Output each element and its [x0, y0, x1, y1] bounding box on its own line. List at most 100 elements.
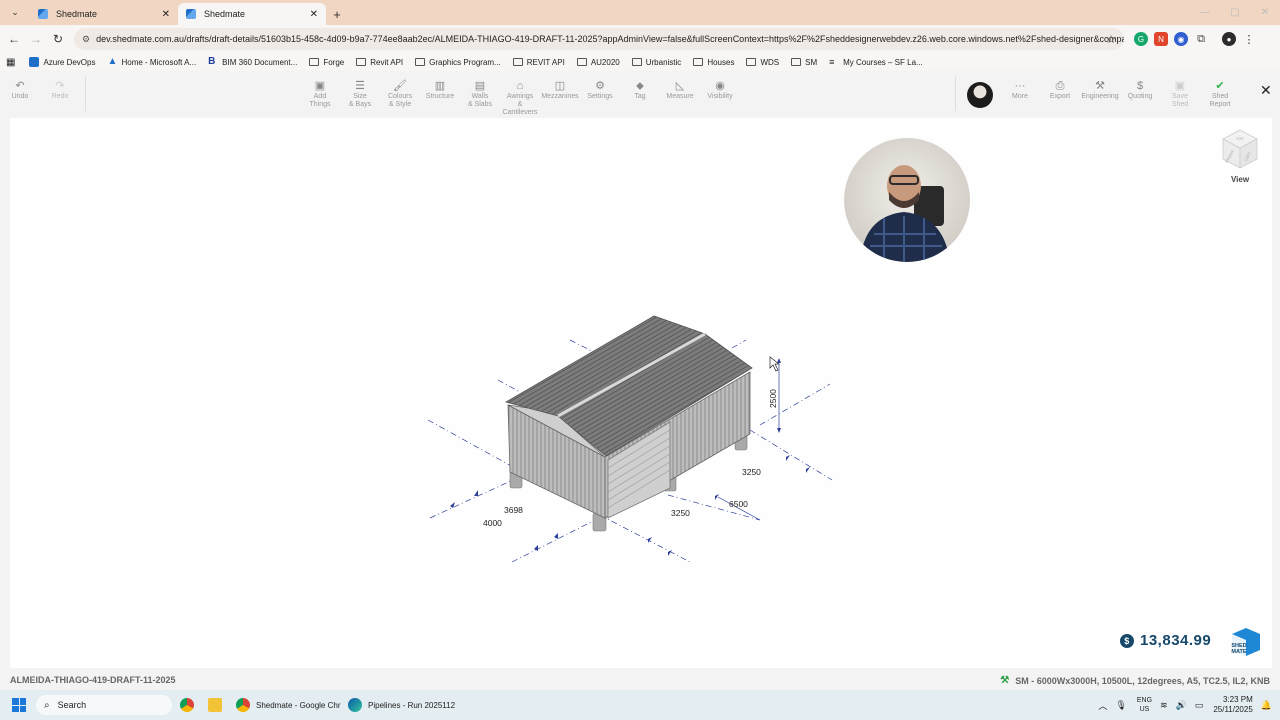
gear-icon: ⚙	[595, 80, 605, 92]
bookmark-azure-devops[interactable]: Azure DevOps	[29, 57, 95, 67]
maximize-icon[interactable]: ▢	[1220, 0, 1250, 25]
engineer-icon: ⚒	[1095, 80, 1105, 92]
chrome-taskbar-icon[interactable]	[180, 695, 194, 715]
bookmark-sm[interactable]: SM	[791, 58, 817, 67]
windows-start-icon[interactable]	[12, 698, 26, 712]
bookmark-revit-api-2[interactable]: REVIT API	[512, 58, 565, 67]
ellipsis-icon: ···	[1014, 80, 1026, 92]
awnings-button[interactable]: ⌂ Awnings & Cantilevers	[501, 79, 539, 117]
shed-spec[interactable]: ⚒ SM - 6000Wx3000H, 10500L, 12degrees, A…	[1000, 675, 1270, 686]
close-tab-icon[interactable]: ✕	[162, 9, 170, 20]
address-bar-row: ← → ↻ ⚙ dev.shedmate.com.au/drafts/draft…	[0, 25, 1280, 53]
save-shed-button[interactable]: ▣ Save Shed	[1161, 79, 1199, 109]
dim-length-label: 6500	[729, 499, 748, 509]
reload-icon[interactable]: ↻	[47, 28, 69, 50]
bookmark-au2020[interactable]: AU2020	[576, 58, 620, 67]
structure-icon: ▥	[434, 80, 446, 92]
bookmark-revit-api[interactable]: Revit API	[356, 58, 403, 67]
microsoft-icon: ▲	[107, 56, 118, 67]
language-indicator[interactable]: ENG US	[1137, 696, 1152, 714]
view-label[interactable]: View	[1224, 175, 1256, 184]
quoting-button[interactable]: $ Quoting	[1121, 79, 1159, 101]
add-things-button[interactable]: ▣ Add Things	[301, 79, 339, 109]
folder-icon	[356, 58, 367, 66]
back-arrow-icon[interactable]: ←	[3, 28, 25, 50]
folder-icon	[415, 58, 426, 66]
bookmark-urbanistic[interactable]: Urbanistic	[631, 58, 681, 67]
taskbar-app-pipelines[interactable]: Pipelines - Run 2025112	[348, 695, 455, 715]
viewcube-icon[interactable]: TOP FRONT LEFT	[1220, 128, 1260, 170]
new-tab-plus-icon[interactable]: +	[326, 3, 348, 25]
bookmark-home-microsoft[interactable]: ▲ Home - Microsoft A...	[107, 57, 196, 67]
webcam-overlay	[844, 138, 970, 262]
walls-slabs-button[interactable]: ▤ Walls & Slabs	[461, 79, 499, 109]
check-circle-icon: ✔	[1215, 80, 1225, 92]
close-tab-icon[interactable]: ✕	[310, 9, 318, 20]
bookmark-my-courses[interactable]: ≡ My Courses – SF La...	[829, 57, 923, 67]
close-app-icon[interactable]: ✕	[1260, 82, 1272, 99]
status-bar: ALMEIDA-THIAGO-419-DRAFT-11-2025 ⚒ SM - …	[0, 672, 1280, 689]
kebab-menu-icon[interactable]: ⋮	[1242, 32, 1256, 46]
profile-avatar-icon[interactable]: ●	[1222, 32, 1236, 46]
dollar-icon: $	[1136, 80, 1144, 92]
window-controls: — ▢ ✕	[1190, 0, 1280, 25]
bim360-icon: B	[208, 56, 216, 67]
bookmark-bim360[interactable]: B BIM 360 Document...	[208, 57, 297, 67]
colours-style-button[interactable]: 🖌 Colours & Style	[381, 79, 419, 109]
browser-tab-2[interactable]: Shedmate ✕	[178, 3, 326, 25]
site-info-icon[interactable]: ⚙	[82, 34, 90, 45]
taskbar-clock[interactable]: 3:23 PM 25/11/2025	[1213, 695, 1252, 715]
system-tray: ︿ 🎙 ENG US ≋ 🔊 ▭ 3:23 PM 25/11/2025 🔔	[1090, 690, 1272, 720]
mezzanines-button[interactable]: ◫ Mezzanines	[541, 79, 579, 101]
apps-grid-icon[interactable]: ▦	[6, 57, 15, 68]
new-extension-icon[interactable]: N	[1154, 32, 1168, 46]
bookmark-wds[interactable]: WDS	[746, 58, 779, 67]
paint-roller-icon: 🖌	[393, 80, 407, 92]
settings-button[interactable]: ⚙ Settings	[581, 79, 619, 101]
minimize-icon[interactable]: —	[1190, 0, 1220, 25]
tag-button[interactable]: ⬥ Tag	[621, 79, 659, 101]
more-button[interactable]: ··· More	[1001, 79, 1039, 101]
export-button[interactable]: ⎙ Export	[1041, 79, 1079, 101]
browser-tab-1[interactable]: Shedmate ✕	[30, 3, 178, 25]
taskbar-search[interactable]: ⌕ Search	[36, 695, 172, 715]
battery-icon[interactable]: ▭	[1195, 700, 1204, 711]
bookmark-forge[interactable]: Forge	[309, 58, 344, 67]
structure-button[interactable]: ▥ Structure	[421, 79, 459, 101]
tray-chevron-icon[interactable]: ︿	[1098, 699, 1107, 712]
engineering-button[interactable]: ⚒ Engineering	[1081, 79, 1119, 101]
size-bays-button[interactable]: ☰ Size & Bays	[341, 79, 379, 109]
tab-search-chevron-icon[interactable]: ⌄	[4, 1, 26, 23]
extensions-puzzle-icon[interactable]: ⧉	[1194, 32, 1208, 46]
redo-button[interactable]: ↷ Redo	[41, 79, 79, 101]
engineer-green-icon: ⚒	[1000, 675, 1010, 686]
shed-3d-model[interactable]: 2500 3250 6500 3250 3698 4000	[420, 300, 850, 570]
edge-icon	[348, 698, 362, 712]
bookmark-graphics[interactable]: Graphics Program...	[415, 58, 501, 67]
wifi-icon[interactable]: ≋	[1160, 700, 1168, 711]
taskbar-app-shedmate[interactable]: Shedmate - Google Chr	[236, 695, 341, 715]
tab-title: Shedmate	[56, 9, 98, 19]
microphone-icon[interactable]: 🎙	[1115, 700, 1126, 711]
folder-icon	[631, 58, 642, 66]
visibility-button[interactable]: ◉ Visibility	[701, 79, 739, 101]
bookmark-houses[interactable]: Houses	[693, 58, 734, 67]
window-close-icon[interactable]: ✕	[1250, 0, 1280, 25]
bookmark-star-icon[interactable]: ☆	[1106, 33, 1116, 46]
notification-bell-icon[interactable]: 🔔	[1261, 700, 1272, 711]
volume-icon[interactable]: 🔊	[1176, 700, 1187, 711]
price-coin-icon: $	[1120, 633, 1134, 648]
user-avatar[interactable]	[967, 82, 993, 108]
url-omnibox[interactable]: ⚙ dev.shedmate.com.au/drafts/draft-detai…	[74, 28, 1124, 50]
shed-report-button[interactable]: ✔ Shed Report	[1201, 79, 1239, 109]
taskbar-search-label: Search	[57, 700, 87, 710]
measure-button[interactable]: ◺ Measure	[661, 79, 699, 101]
forward-arrow-icon[interactable]: →	[25, 28, 47, 50]
grammarly-icon[interactable]: G	[1134, 32, 1148, 46]
file-explorer-icon[interactable]	[208, 695, 222, 715]
total-price[interactable]: $ 13,834.99	[1120, 632, 1211, 649]
password-manager-icon[interactable]: ◉	[1174, 32, 1188, 46]
browser-tab-strip: ⌄ Shedmate ✕ Shedmate ✕ + — ▢ ✕	[0, 0, 1280, 25]
undo-button[interactable]: ↶ Undo	[1, 79, 39, 101]
folder-icon	[791, 58, 802, 66]
